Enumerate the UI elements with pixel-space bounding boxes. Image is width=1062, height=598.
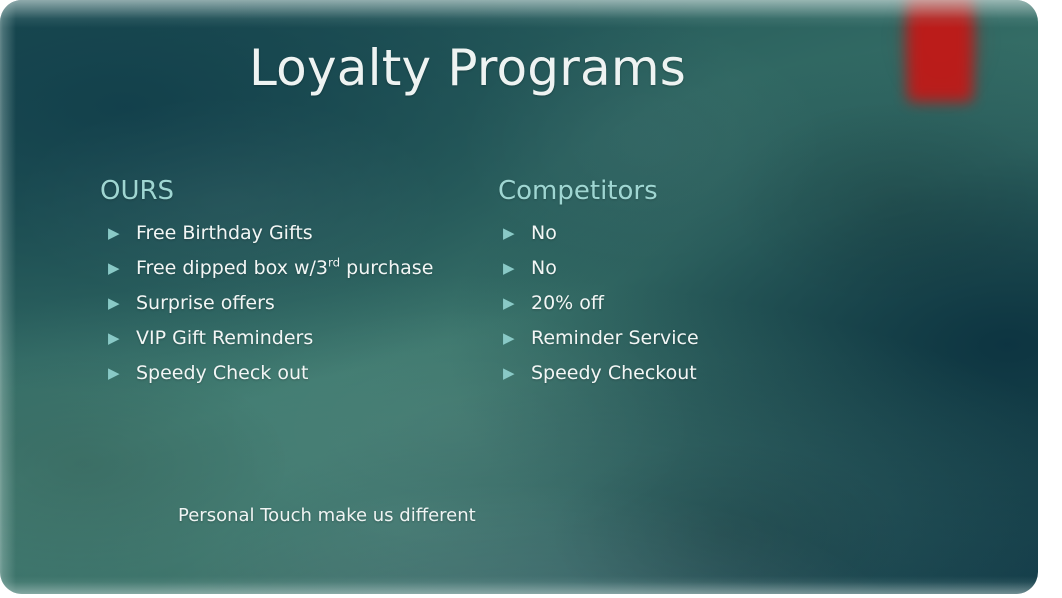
column-heading-competitors: Competitors (498, 176, 658, 206)
list-item: ▶ Free dipped box w/3rd purchase (100, 256, 490, 281)
bullet-label: Free dipped box w/3rd purchase (136, 256, 433, 280)
edge-haze-top (0, 0, 1038, 28)
triangle-bullet-icon: ▶ (108, 364, 120, 383)
list-item: ▶ 20% off (498, 291, 878, 316)
list-item: ▶ Free Birthday Gifts (100, 221, 490, 246)
bullet-label-part-after: purchase (340, 257, 434, 280)
list-item: ▶ Reminder Service (498, 326, 878, 351)
bullet-label: Speedy Check out (136, 362, 309, 385)
triangle-bullet-icon: ▶ (503, 294, 515, 313)
bullet-list-ours: ▶ Free Birthday Gifts ▶ Free dipped box … (100, 221, 490, 386)
triangle-bullet-icon: ▶ (108, 329, 120, 348)
list-item: ▶ No (498, 221, 878, 246)
list-item: ▶ VIP Gift Reminders (100, 326, 490, 351)
bullet-label: Reminder Service (531, 327, 699, 350)
bullet-label-superscript: rd (328, 255, 341, 270)
triangle-bullet-icon: ▶ (503, 329, 515, 348)
column-heading-ours: OURS (100, 176, 175, 206)
bullet-label: No (531, 257, 557, 280)
triangle-bullet-icon: ▶ (503, 364, 515, 383)
slide-canvas: Loyalty Programs OURS ▶ Free Birthday Gi… (0, 0, 1038, 594)
page-title: Loyalty Programs (249, 39, 686, 97)
content-column-competitors: Competitors ▶ No ▶ No ▶ 20% off ▶ Remind… (498, 176, 878, 396)
bullet-label: VIP Gift Reminders (136, 327, 314, 350)
list-item: ▶ Speedy Check out (100, 361, 490, 386)
footnote-text: Personal Touch make us different (178, 505, 476, 526)
slide-root: Loyalty Programs OURS ▶ Free Birthday Gi… (0, 0, 1062, 598)
bullet-label: No (531, 222, 557, 245)
triangle-bullet-icon: ▶ (503, 224, 515, 243)
list-item: ▶ Surprise offers (100, 291, 490, 316)
triangle-bullet-icon: ▶ (108, 224, 120, 243)
bullet-label: 20% off (531, 292, 604, 315)
triangle-bullet-icon: ▶ (108, 259, 120, 278)
triangle-bullet-icon: ▶ (108, 294, 120, 313)
triangle-bullet-icon: ▶ (503, 259, 515, 278)
list-item: ▶ Speedy Checkout (498, 361, 878, 386)
bullet-label: Surprise offers (136, 292, 275, 315)
bullet-list-competitors: ▶ No ▶ No ▶ 20% off ▶ Reminder Service ▶ (498, 221, 878, 386)
content-column-ours: OURS ▶ Free Birthday Gifts ▶ Free dipped… (100, 176, 490, 396)
list-item: ▶ No (498, 256, 878, 281)
bullet-label: Free Birthday Gifts (136, 222, 313, 245)
edge-haze-bottom (0, 576, 1038, 594)
bullet-label-part-before: Free dipped box w/3 (136, 257, 329, 280)
bullet-label: Speedy Checkout (531, 362, 697, 385)
